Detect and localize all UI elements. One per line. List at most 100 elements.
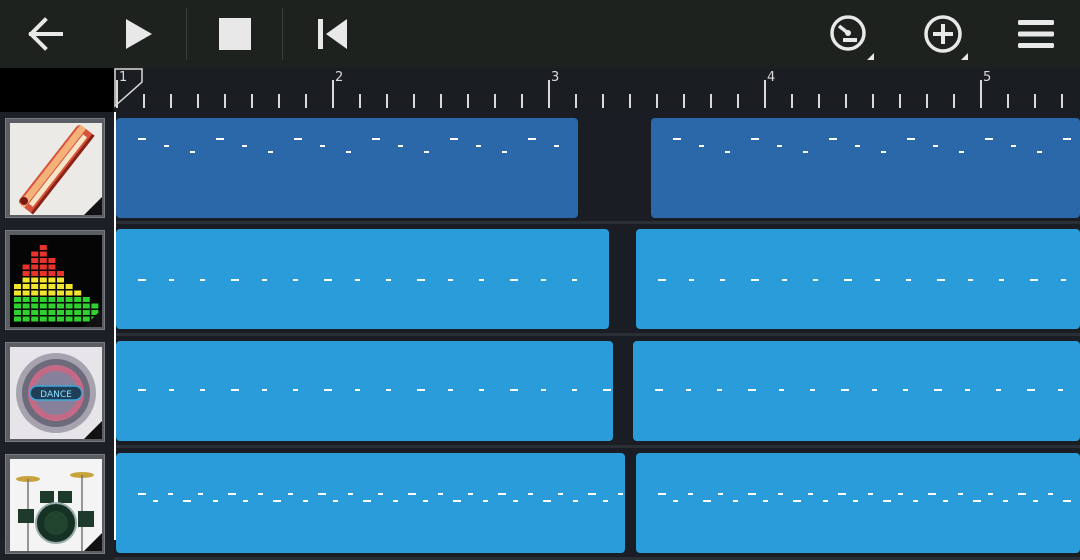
- dance-label: DANCE: [40, 390, 72, 400]
- note-mark: [906, 279, 911, 281]
- track-row: [0, 448, 1080, 560]
- note-mark: [408, 493, 416, 495]
- note-mark: [603, 389, 611, 391]
- tempo-button[interactable]: [822, 0, 876, 68]
- note-mark: [778, 493, 783, 495]
- note-mark: [543, 500, 551, 502]
- track-lane[interactable]: [114, 448, 1080, 560]
- note-mark: [813, 279, 818, 281]
- note-mark: [513, 500, 518, 502]
- note-mark: [423, 500, 428, 502]
- track-instrument-button[interactable]: DANCE: [5, 342, 105, 442]
- midi-region[interactable]: [636, 453, 1080, 553]
- instrument-menu-corner-icon: [84, 197, 102, 215]
- track-instrument-button[interactable]: [5, 230, 105, 330]
- ruler-tick: [440, 94, 442, 108]
- note-mark: [841, 389, 849, 391]
- track-list: DANCE: [0, 112, 1080, 560]
- note-mark: [273, 500, 281, 502]
- arrow-left-icon: [28, 17, 63, 51]
- instrument-menu-corner-icon: [84, 533, 102, 551]
- note-mark: [881, 151, 886, 153]
- note-mark: [169, 279, 174, 281]
- midi-region[interactable]: [116, 341, 613, 441]
- note-mark: [231, 389, 239, 391]
- ruler-tick: [305, 94, 307, 108]
- track-instrument-button[interactable]: [5, 454, 105, 554]
- note-mark: [541, 389, 546, 391]
- note-mark: [618, 493, 623, 495]
- ruler-tick: [494, 94, 496, 108]
- note-mark: [913, 500, 918, 502]
- note-mark: [658, 493, 666, 495]
- midi-region[interactable]: [116, 118, 578, 218]
- transport-toolbar: [0, 0, 1080, 68]
- ruler-tick: [548, 80, 550, 108]
- note-mark: [985, 138, 993, 140]
- note-mark: [793, 500, 801, 502]
- note-mark: [268, 151, 273, 153]
- note-mark: [720, 279, 725, 281]
- note-mark: [216, 138, 224, 140]
- skip-to-start-icon: [318, 19, 347, 49]
- midi-region[interactable]: [633, 341, 1080, 441]
- ruler-tick: [710, 94, 712, 108]
- back-button[interactable]: [20, 0, 70, 68]
- note-mark: [164, 145, 169, 147]
- add-track-button[interactable]: [916, 0, 970, 68]
- toolbar-separator: [186, 8, 187, 60]
- note-mark: [1030, 279, 1038, 281]
- dropdown-corner-icon: [961, 53, 968, 60]
- track-row: [0, 112, 1080, 224]
- play-button[interactable]: [115, 0, 161, 68]
- menu-button[interactable]: [1012, 0, 1060, 68]
- track-lane[interactable]: [114, 224, 1080, 336]
- ruler-tick: [467, 94, 469, 108]
- note-mark: [782, 279, 787, 281]
- ruler-corner: [0, 68, 114, 112]
- midi-region[interactable]: [116, 453, 625, 553]
- note-mark: [603, 500, 608, 502]
- timeline-ruler[interactable]: 1 2 3 4 5: [114, 68, 1080, 112]
- note-mark: [554, 145, 559, 147]
- ruler-tick: [791, 94, 793, 108]
- note-mark: [853, 500, 858, 502]
- note-mark: [1048, 493, 1053, 495]
- note-mark: [573, 500, 578, 502]
- note-mark: [733, 500, 738, 502]
- note-mark: [689, 279, 694, 281]
- note-mark: [293, 389, 298, 391]
- ruler-tick: [872, 94, 874, 108]
- stop-button[interactable]: [210, 0, 260, 68]
- ruler-tick: [116, 80, 118, 108]
- track-instrument-button[interactable]: [5, 118, 105, 218]
- track-lane[interactable]: [114, 112, 1080, 224]
- rewind-button[interactable]: [307, 0, 357, 68]
- track-row: [0, 224, 1080, 336]
- note-mark: [386, 389, 391, 391]
- ruler-tick: [980, 80, 982, 108]
- playhead-line[interactable]: [114, 112, 116, 540]
- instrument-menu-corner-icon: [84, 309, 102, 327]
- note-mark: [479, 279, 484, 281]
- note-mark: [803, 151, 808, 153]
- note-mark: [572, 389, 577, 391]
- toolbar-separator: [282, 8, 283, 60]
- note-mark: [228, 493, 236, 495]
- midi-region[interactable]: [651, 118, 1080, 218]
- note-mark: [1063, 500, 1071, 502]
- midi-region[interactable]: [636, 229, 1080, 329]
- note-mark: [823, 500, 828, 502]
- note-mark: [968, 279, 973, 281]
- note-mark: [262, 279, 267, 281]
- note-mark: [779, 389, 784, 391]
- note-mark: [242, 145, 247, 147]
- note-mark: [355, 389, 360, 391]
- note-mark: [153, 500, 158, 502]
- note-mark: [393, 500, 398, 502]
- midi-region[interactable]: [116, 229, 609, 329]
- note-mark: [448, 279, 453, 281]
- ruler-tick: [1034, 94, 1036, 108]
- note-mark: [243, 500, 248, 502]
- track-lane[interactable]: [114, 336, 1080, 448]
